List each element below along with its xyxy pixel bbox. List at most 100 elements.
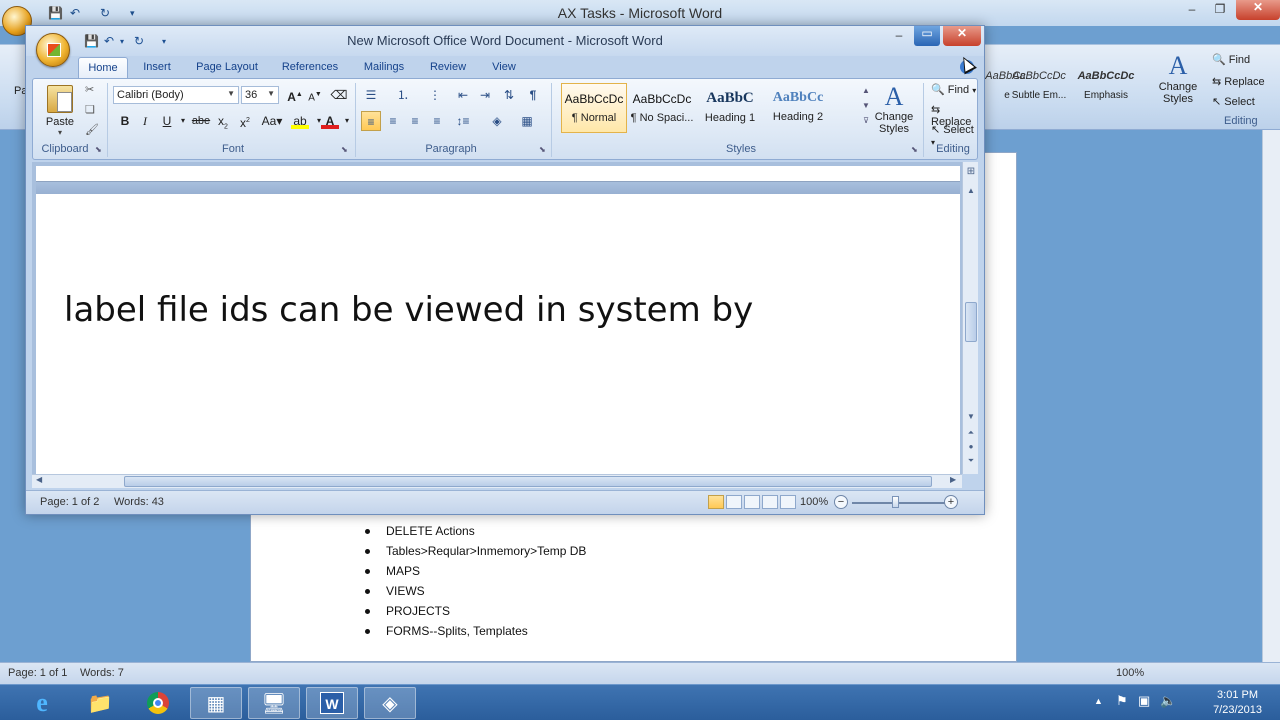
styles-launcher-icon[interactable]: ⬊ xyxy=(911,145,918,154)
tab-home[interactable]: Home xyxy=(78,57,128,78)
word-icon[interactable]: W xyxy=(306,687,358,719)
gallery-down-icon[interactable]: ▼ xyxy=(861,98,871,113)
bg-redo-icon[interactable]: ↻ xyxy=(100,6,110,20)
style-normal[interactable]: AaBbCcDc ¶ Normal xyxy=(561,83,627,133)
show-formatting-icon[interactable]: ¶ xyxy=(523,85,543,105)
shading-icon[interactable]: ◈ xyxy=(487,111,507,131)
sort-icon[interactable]: ⇅ xyxy=(499,85,519,105)
title-bar[interactable]: New Microsoft Office Word Document - Mic… xyxy=(26,26,984,56)
remote-desktop-icon[interactable]: 🖥 xyxy=(248,687,300,719)
multilevel-list-icon[interactable]: ⋮ xyxy=(425,85,445,105)
full-screen-reading-view-button[interactable] xyxy=(726,495,742,509)
zoom-slider-knob[interactable] xyxy=(892,496,899,508)
document-page[interactable]: label file ids can be viewed in system b… xyxy=(36,194,960,474)
save-icon[interactable]: 💾 xyxy=(84,34,99,48)
maximize-button[interactable]: ▭ xyxy=(914,26,940,46)
word-count[interactable]: Words: 43 xyxy=(114,496,164,508)
cut-icon[interactable]: ✂ xyxy=(85,83,94,96)
font-size-combo[interactable]: 36 ▼ xyxy=(241,86,279,104)
bg-select-button[interactable]: ↖ Select xyxy=(1212,95,1255,108)
underline-dropdown-icon[interactable]: ▾ xyxy=(173,111,193,131)
paste-button[interactable]: Paste ▾ xyxy=(39,83,81,139)
highlight-button[interactable]: ab xyxy=(291,111,309,129)
bg-find-button[interactable]: 🔍 Find xyxy=(1212,53,1250,66)
subscript-button[interactable]: x2 xyxy=(213,111,233,131)
flag-icon[interactable]: ⚑ xyxy=(1116,693,1128,709)
bg-vertical-scrollbar[interactable] xyxy=(1262,130,1280,662)
find-button[interactable]: 🔍 Find ▾ xyxy=(931,83,976,96)
show-hidden-icons-icon[interactable]: ▲ xyxy=(1094,696,1103,706)
bg-qat-customize-icon[interactable]: ▾ xyxy=(130,8,135,19)
network-icon[interactable]: ▣ xyxy=(1138,693,1150,709)
zoom-slider[interactable] xyxy=(852,502,946,504)
grow-font-icon[interactable]: A▲ xyxy=(285,85,305,105)
draft-view-button[interactable] xyxy=(780,495,796,509)
qat-customize-icon[interactable]: ▾ xyxy=(162,37,166,46)
gallery-up-icon[interactable]: ▲ xyxy=(861,83,871,98)
redo-icon[interactable]: ↻ xyxy=(134,34,144,48)
scroll-up-icon[interactable]: ▲ xyxy=(963,186,979,195)
shrink-font-icon[interactable]: A▼ xyxy=(305,85,325,105)
tab-page-layout[interactable]: Page Layout xyxy=(192,57,262,78)
zoom-level[interactable]: 100% xyxy=(800,496,828,508)
bullets-icon[interactable]: ☰ xyxy=(361,85,381,105)
minimize-button[interactable]: – xyxy=(886,28,912,46)
numbering-icon[interactable]: ⒈ xyxy=(393,85,413,105)
clock[interactable]: 3:01 PM 7/23/2013 xyxy=(1213,688,1262,718)
justify-icon[interactable]: ≡ xyxy=(427,111,447,131)
bg-minimize-button[interactable]: – xyxy=(1180,2,1204,22)
other-app-icon[interactable]: ◈ xyxy=(364,687,416,719)
bg-restore-button[interactable]: ❐ xyxy=(1208,2,1232,22)
tab-review[interactable]: Review xyxy=(426,57,470,78)
align-right-icon[interactable]: ≡ xyxy=(405,111,425,131)
decrease-indent-icon[interactable]: ⇤ xyxy=(453,85,473,105)
bold-button[interactable]: B xyxy=(115,111,135,131)
hscroll-thumb[interactable] xyxy=(124,476,932,487)
close-button[interactable]: ✕ xyxy=(943,26,981,46)
increase-indent-icon[interactable]: ⇥ xyxy=(475,85,495,105)
clear-formatting-icon[interactable]: ⌫ xyxy=(329,85,349,105)
bg-close-button[interactable]: ✕ xyxy=(1236,0,1280,20)
file-explorer-icon[interactable]: 📁 xyxy=(74,687,126,719)
font-launcher-icon[interactable]: ⬊ xyxy=(341,145,348,154)
zoom-in-button[interactable]: + xyxy=(944,495,958,509)
scroll-left-icon[interactable]: ◀ xyxy=(36,475,42,484)
bg-zoom-level[interactable]: 100% xyxy=(1116,667,1144,679)
scroll-right-icon[interactable]: ▶ xyxy=(950,475,956,484)
bg-save-icon[interactable]: 💾 xyxy=(48,6,63,20)
style-no-spacing[interactable]: AaBbCcDc ¶ No Spaci... xyxy=(629,83,695,133)
volume-icon[interactable]: 🔈 xyxy=(1160,693,1176,709)
print-layout-view-button[interactable] xyxy=(708,495,724,509)
line-spacing-icon[interactable]: ↕≡ xyxy=(453,111,473,131)
page-count[interactable]: Page: 1 of 2 xyxy=(40,496,99,508)
ruler-toggle-icon[interactable]: ⊞ xyxy=(963,166,979,177)
zoom-out-button[interactable]: − xyxy=(834,495,848,509)
bg-word-count[interactable]: Words: 7 xyxy=(80,667,124,679)
vertical-scrollbar[interactable]: ⊞ ▲ ▼ ⏶ ● ⏷ xyxy=(962,162,978,474)
style-heading-1[interactable]: AaBbC Heading 1 xyxy=(697,83,763,133)
undo-dropdown-icon[interactable]: ▾ xyxy=(120,37,124,46)
internet-explorer-icon[interactable]: e xyxy=(16,687,68,719)
chrome-icon[interactable] xyxy=(132,687,184,719)
format-painter-icon[interactable]: 🖌 xyxy=(85,123,99,136)
copy-icon[interactable]: ❏ xyxy=(85,103,95,116)
scroll-down-icon[interactable]: ▼ xyxy=(963,412,979,421)
font-name-combo[interactable]: Calibri (Body) ▼ xyxy=(113,86,239,104)
align-center-icon[interactable]: ≡ xyxy=(383,111,403,131)
tab-insert[interactable]: Insert xyxy=(136,57,178,78)
undo-icon[interactable]: ↶ xyxy=(104,34,114,48)
borders-icon[interactable]: ▦ xyxy=(517,111,537,131)
select-browse-object-icon[interactable]: ● xyxy=(963,442,979,451)
align-left-icon[interactable]: ≡ xyxy=(361,111,381,131)
previous-page-icon[interactable]: ⏶ xyxy=(963,428,979,438)
strikethrough-button[interactable]: abe xyxy=(191,111,211,131)
paragraph-launcher-icon[interactable]: ⬊ xyxy=(539,145,546,154)
bg-change-styles-button[interactable]: A Change Styles xyxy=(1156,51,1200,105)
style-heading-2[interactable]: AaBbCc Heading 2 xyxy=(765,83,831,133)
superscript-button[interactable]: x2 xyxy=(235,111,255,131)
italic-button[interactable]: I xyxy=(135,111,155,131)
outline-view-button[interactable] xyxy=(762,495,778,509)
font-color-dropdown-icon[interactable]: ▾ xyxy=(337,111,357,131)
change-styles-button[interactable]: A Change Styles xyxy=(871,83,917,136)
bg-style-subtle-emphasis[interactable]: AaBbCcDc Subtle Em... xyxy=(1004,67,1074,109)
